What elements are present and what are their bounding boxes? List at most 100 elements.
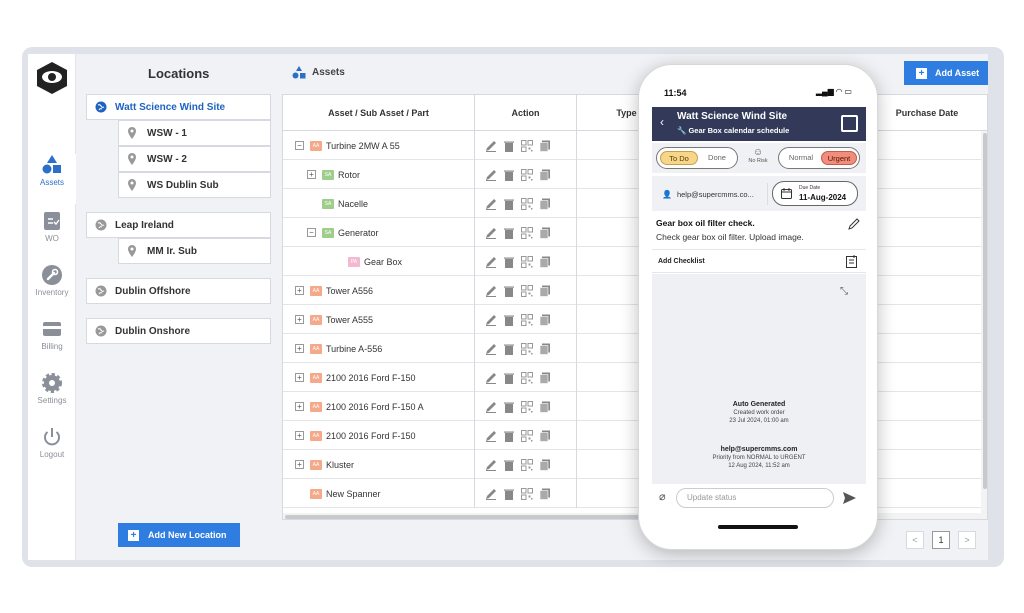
copy-icon[interactable] bbox=[539, 343, 551, 355]
table-row[interactable]: + SA Rotor bbox=[283, 160, 987, 189]
table-row[interactable]: − AA Turbine 2MW A 55 bbox=[283, 131, 987, 160]
location-dublin-offshore[interactable]: Dublin Offshore bbox=[86, 278, 271, 304]
qr-code-icon[interactable] bbox=[521, 400, 533, 413]
qr-code-icon[interactable] bbox=[521, 458, 533, 471]
delete-icon[interactable] bbox=[503, 198, 515, 210]
sublocation-ws-dublin-sub[interactable]: WS Dublin Sub bbox=[118, 172, 271, 198]
status-option-done[interactable]: Done bbox=[699, 151, 735, 165]
asset-name[interactable]: New Spanner bbox=[326, 489, 381, 499]
qr-code-icon[interactable] bbox=[521, 255, 533, 268]
copy-icon[interactable] bbox=[539, 169, 551, 181]
copy-icon[interactable] bbox=[539, 140, 551, 152]
add-new-location-button[interactable]: + Add New Location bbox=[118, 523, 240, 547]
qr-code-icon[interactable] bbox=[521, 197, 533, 210]
status-option-todo[interactable]: To Do bbox=[660, 151, 698, 165]
table-row[interactable]: + AA Tower A556 bbox=[283, 276, 987, 305]
table-row[interactable]: + AA 2100 2016 Ford F-150 bbox=[283, 421, 987, 450]
nav-wo[interactable]: WO bbox=[28, 210, 76, 260]
copy-icon[interactable] bbox=[539, 256, 551, 268]
edit-icon[interactable] bbox=[485, 140, 497, 152]
column-header-purchase-date[interactable]: Purchase Date bbox=[873, 95, 981, 131]
delete-icon[interactable] bbox=[503, 314, 515, 326]
due-date-field[interactable]: Due Date 11-Aug-2024 bbox=[772, 181, 858, 206]
edit-icon[interactable] bbox=[485, 459, 497, 471]
edit-icon[interactable] bbox=[485, 198, 497, 210]
table-row[interactable]: + AA Turbine A-556 bbox=[283, 334, 987, 363]
delete-icon[interactable] bbox=[503, 401, 515, 413]
qr-code-icon[interactable] bbox=[521, 342, 533, 355]
copy-icon[interactable] bbox=[539, 488, 551, 500]
pager-current[interactable]: 1 bbox=[932, 531, 950, 549]
table-row[interactable]: + AA 2100 2016 Ford F-150 bbox=[283, 363, 987, 392]
asset-name[interactable]: 2100 2016 Ford F-150 bbox=[326, 373, 416, 383]
horizontal-scrollbar[interactable] bbox=[283, 513, 987, 519]
asset-name[interactable]: Turbine A-556 bbox=[326, 344, 382, 354]
table-row[interactable]: SA Nacelle bbox=[283, 189, 987, 218]
asset-name[interactable]: Turbine 2MW A 55 bbox=[326, 141, 400, 151]
sublocation-mm-ir-sub[interactable]: MM Ir. Sub bbox=[118, 238, 271, 264]
add-asset-button[interactable]: + Add Asset bbox=[904, 61, 988, 85]
location-dublin-onshore[interactable]: Dublin Onshore bbox=[86, 318, 271, 344]
checklist-add-icon[interactable] bbox=[846, 255, 858, 268]
qr-code-icon[interactable] bbox=[521, 226, 533, 239]
nav-logout[interactable]: Logout bbox=[28, 426, 76, 476]
copy-icon[interactable] bbox=[539, 372, 551, 384]
scrollbar-thumb[interactable] bbox=[285, 515, 645, 519]
sublocation-wsw-1[interactable]: WSW - 1 bbox=[118, 120, 271, 146]
expand-icon[interactable]: + bbox=[295, 460, 304, 469]
delete-icon[interactable] bbox=[503, 430, 515, 442]
delete-icon[interactable] bbox=[503, 140, 515, 152]
copy-icon[interactable] bbox=[539, 198, 551, 210]
collapse-icon[interactable]: − bbox=[307, 228, 316, 237]
copy-icon[interactable] bbox=[539, 459, 551, 471]
update-status-input[interactable]: Update status bbox=[676, 488, 834, 508]
expand-icon[interactable]: + bbox=[295, 286, 304, 295]
sublocation-wsw-2[interactable]: WSW - 2 bbox=[118, 146, 271, 172]
copy-icon[interactable] bbox=[539, 285, 551, 297]
edit-icon[interactable] bbox=[848, 218, 860, 230]
edit-icon[interactable] bbox=[485, 488, 497, 500]
asset-name[interactable]: Rotor bbox=[338, 170, 360, 180]
expand-icon[interactable]: + bbox=[295, 431, 304, 440]
location-watt-science[interactable]: Watt Science Wind Site bbox=[86, 94, 271, 120]
priority-option-urgent[interactable]: Urgent bbox=[821, 151, 857, 165]
pager-prev[interactable]: < bbox=[906, 531, 924, 549]
risk-indicator[interactable]: ☺ No Risk bbox=[747, 147, 769, 164]
expand-icon[interactable]: + bbox=[295, 315, 304, 324]
qr-code-icon[interactable] bbox=[521, 284, 533, 297]
attach-icon[interactable]: ⌀ bbox=[659, 490, 666, 503]
nav-billing[interactable]: Billing bbox=[28, 318, 76, 368]
table-row[interactable]: − SA Generator bbox=[283, 218, 987, 247]
copy-icon[interactable] bbox=[539, 227, 551, 239]
edit-icon[interactable] bbox=[485, 285, 497, 297]
delete-icon[interactable] bbox=[503, 372, 515, 384]
asset-name[interactable]: Nacelle bbox=[338, 199, 368, 209]
edit-icon[interactable] bbox=[485, 372, 497, 384]
delete-icon[interactable] bbox=[503, 227, 515, 239]
location-leap-ireland[interactable]: Leap Ireland bbox=[86, 212, 271, 238]
save-icon[interactable] bbox=[841, 115, 858, 132]
qr-code-icon[interactable] bbox=[521, 429, 533, 442]
column-header-asset[interactable]: Asset / Sub Asset / Part bbox=[283, 95, 475, 131]
table-row[interactable]: PA Gear Box bbox=[283, 247, 987, 276]
nav-inventory[interactable]: Inventory bbox=[28, 264, 76, 314]
edit-icon[interactable] bbox=[485, 314, 497, 326]
qr-code-icon[interactable] bbox=[521, 313, 533, 326]
delete-icon[interactable] bbox=[503, 169, 515, 181]
vertical-scrollbar[interactable] bbox=[981, 131, 987, 513]
asset-name[interactable]: Tower A555 bbox=[326, 315, 373, 325]
delete-icon[interactable] bbox=[503, 488, 515, 500]
pager-next[interactable]: > bbox=[958, 531, 976, 549]
table-row[interactable]: + AA 2100 2016 Ford F-150 A bbox=[283, 392, 987, 421]
asset-name[interactable]: Generator bbox=[338, 228, 379, 238]
asset-name[interactable]: 2100 2016 Ford F-150 bbox=[326, 431, 416, 441]
edit-icon[interactable] bbox=[485, 401, 497, 413]
expand-icon[interactable]: + bbox=[295, 373, 304, 382]
collapse-icon[interactable]: ⤡ bbox=[840, 286, 848, 297]
copy-icon[interactable] bbox=[539, 430, 551, 442]
table-row[interactable]: + AA Kluster bbox=[283, 450, 987, 479]
collapse-icon[interactable]: − bbox=[295, 141, 304, 150]
edit-icon[interactable] bbox=[485, 169, 497, 181]
nav-settings[interactable]: Settings bbox=[28, 372, 76, 422]
qr-code-icon[interactable] bbox=[521, 487, 533, 500]
